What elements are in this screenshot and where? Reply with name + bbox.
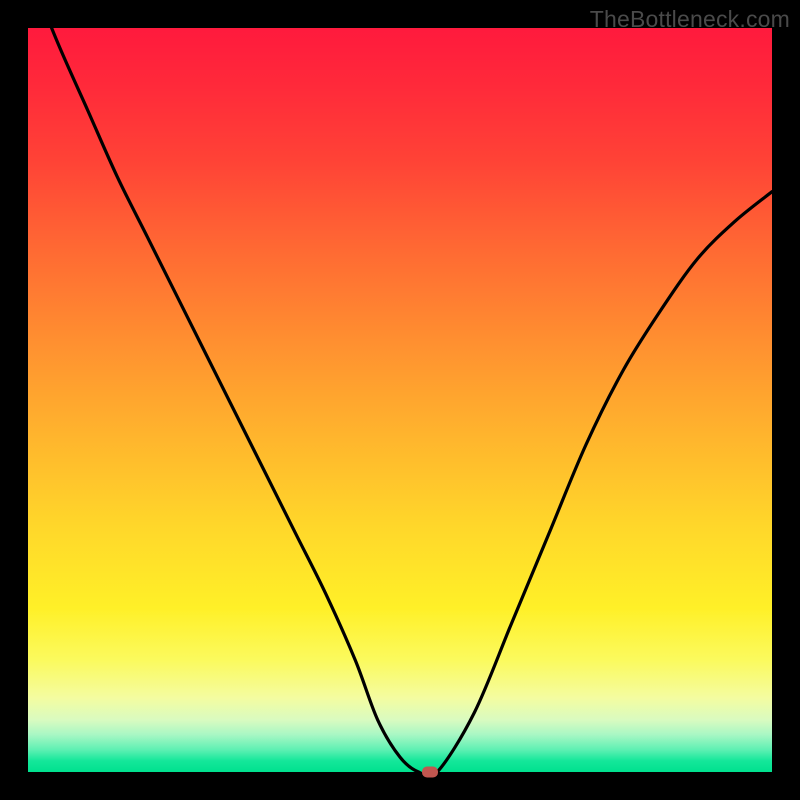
chart-frame: TheBottleneck.com (0, 0, 800, 800)
plot-area (28, 28, 772, 772)
optimal-marker (422, 767, 438, 778)
watermark-text: TheBottleneck.com (590, 6, 790, 33)
